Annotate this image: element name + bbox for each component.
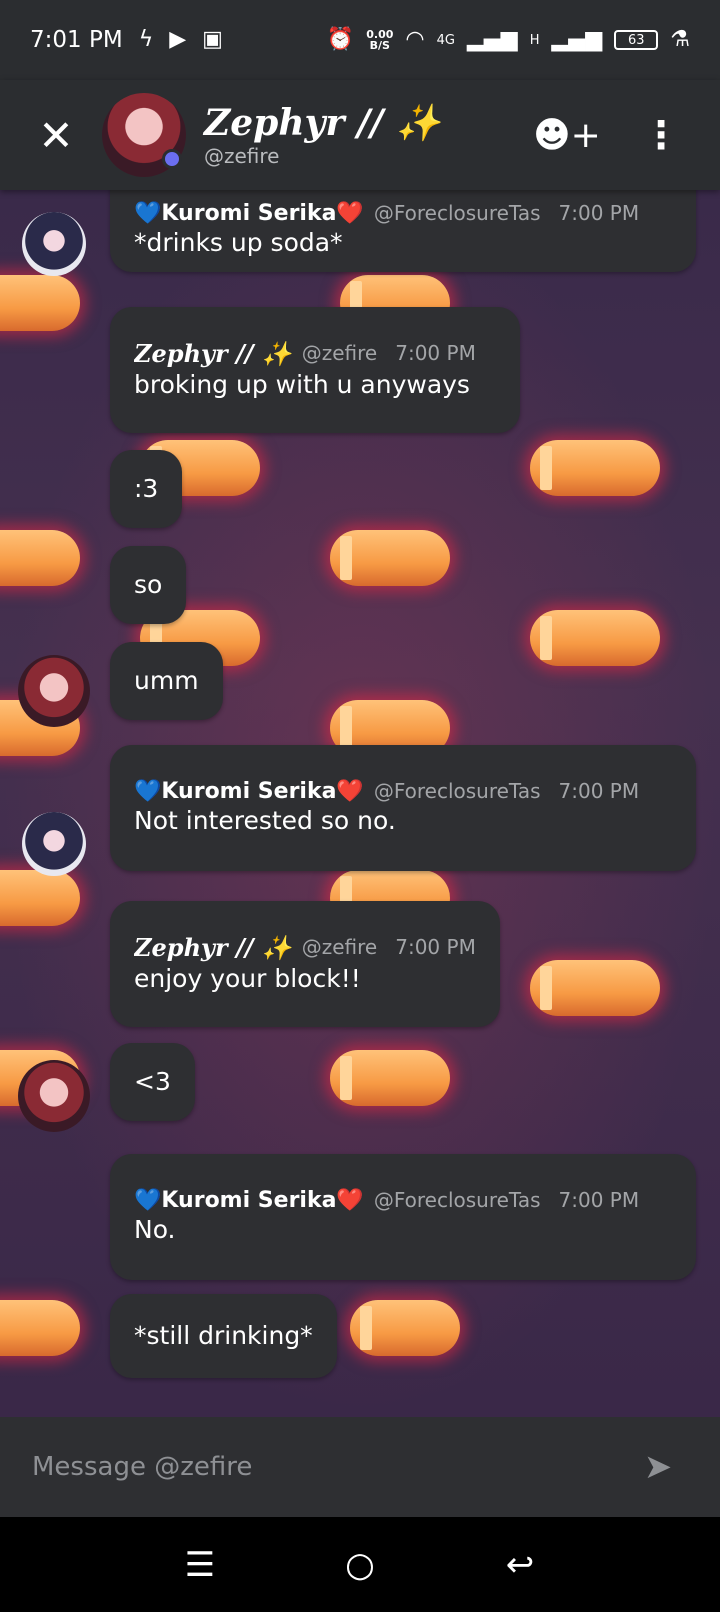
message-handle: @zefire bbox=[301, 341, 378, 365]
avatar[interactable] bbox=[102, 93, 186, 177]
message-bubble[interactable]: *still drinking* bbox=[110, 1294, 337, 1378]
nav-home-button[interactable]: ○ bbox=[325, 1530, 395, 1600]
message-meta: 💙Kuromi Serika❤️ @ForeclosureTas 7:00 PM bbox=[134, 779, 672, 804]
message-timestamp: 7:00 PM bbox=[558, 1188, 640, 1212]
message-author[interactable]: 💙Kuromi Serika❤️ bbox=[134, 779, 364, 804]
close-button[interactable]: ✕ bbox=[24, 103, 88, 167]
youtube-icon: ▶ bbox=[169, 27, 187, 52]
wallpaper-shape bbox=[0, 530, 80, 586]
page-title: Zephyr // ✨ bbox=[204, 102, 441, 144]
message-text: No. bbox=[134, 1214, 176, 1244]
network-4g-label: 4G bbox=[436, 32, 455, 48]
status-time: 7:01 PM bbox=[30, 27, 123, 53]
message-composer: ➤ bbox=[0, 1417, 720, 1517]
flash-icon: ϟ bbox=[138, 27, 154, 52]
message-bubble[interactable]: Zephyr // ✨ @zefire 7:00 PM broking up w… bbox=[110, 307, 520, 433]
message-meta: 💙Kuromi Serika❤️ @ForeclosureTas 7:00 PM bbox=[134, 201, 672, 226]
message-author[interactable]: Zephyr // ✨ bbox=[134, 339, 292, 368]
message-text: broking up with u anyways bbox=[134, 369, 470, 399]
online-status-indicator bbox=[162, 149, 182, 169]
avatar[interactable] bbox=[18, 1060, 90, 1132]
message-author[interactable]: 💙Kuromi Serika❤️ bbox=[134, 201, 364, 226]
message-text: :3 bbox=[134, 474, 159, 503]
signal-icon: ▂▄▆ bbox=[551, 27, 603, 52]
message-bubble[interactable]: Zephyr // ✨ @zefire 7:00 PM enjoy your b… bbox=[110, 901, 500, 1027]
message-text: enjoy your block!! bbox=[134, 963, 361, 993]
message-handle: @ForeclosureTas bbox=[373, 779, 541, 803]
speed-unit: B/S bbox=[369, 39, 390, 52]
message-timestamp: 7:00 PM bbox=[558, 779, 640, 803]
avatar[interactable] bbox=[18, 655, 90, 727]
message-timestamp: 7:00 PM bbox=[395, 341, 476, 365]
wallpaper-shape bbox=[0, 275, 80, 331]
send-icon: ➤ bbox=[643, 1447, 673, 1487]
message-text: *drinks up soda* bbox=[134, 227, 343, 257]
message-timestamp: 7:00 PM bbox=[558, 201, 640, 225]
dm-header: ✕ Zephyr // ✨ @zefire ☻+ ⋮ bbox=[0, 80, 720, 190]
close-icon: ✕ bbox=[38, 110, 74, 160]
wallpaper-shape bbox=[530, 610, 660, 666]
avatar[interactable] bbox=[22, 812, 86, 876]
status-bar: 7:01 PM ϟ ▶ ▣ ⏰ 0.00 B/S ◠ 4G ▂▄▆ H ▂▄▆ … bbox=[0, 0, 720, 80]
wallpaper-shape bbox=[530, 960, 660, 1016]
battery-icon: 63 bbox=[614, 30, 659, 50]
more-options-button[interactable]: ⋮ bbox=[626, 100, 696, 170]
wallpaper-shape bbox=[0, 1300, 80, 1356]
home-icon: ○ bbox=[345, 1544, 375, 1585]
message-meta: Zephyr // ✨ @zefire 7:00 PM bbox=[134, 339, 496, 368]
message-meta: 💙Kuromi Serika❤️ @ForeclosureTas 7:00 PM bbox=[134, 1188, 672, 1213]
wallpaper-shape bbox=[0, 870, 80, 926]
message-bubble[interactable]: :3 bbox=[110, 450, 183, 528]
signal-icon: ▂▄▆ bbox=[466, 27, 518, 52]
message-bubble[interactable]: 💙Kuromi Serika❤️ @ForeclosureTas 7:00 PM… bbox=[110, 1154, 696, 1280]
message-bubble[interactable]: so bbox=[110, 546, 187, 624]
message-bubble[interactable]: 💙Kuromi Serika❤️ @ForeclosureTas 7:00 PM… bbox=[110, 190, 696, 272]
message-bubble[interactable]: umm bbox=[110, 642, 223, 720]
message-list[interactable]: 💙Kuromi Serika❤️ @ForeclosureTas 7:00 PM… bbox=[0, 190, 720, 1417]
message-text: umm bbox=[134, 666, 199, 695]
network-speed: 0.00 B/S bbox=[366, 29, 393, 51]
back-icon: ↩ bbox=[505, 1544, 535, 1585]
message-handle: @ForeclosureTas bbox=[373, 201, 541, 225]
wallpaper-shape bbox=[350, 1300, 460, 1356]
message-input[interactable] bbox=[32, 1452, 628, 1482]
wallpaper-shape bbox=[530, 440, 660, 496]
message-text: Not interested so no. bbox=[134, 805, 396, 835]
message-bubble[interactable]: <3 bbox=[110, 1043, 195, 1121]
message-timestamp: 7:00 PM bbox=[395, 935, 476, 959]
menu-icon: ☰ bbox=[184, 1544, 216, 1585]
send-button[interactable]: ➤ bbox=[628, 1437, 688, 1497]
avatar[interactable] bbox=[22, 212, 86, 276]
notification-app-icon: ▣ bbox=[202, 27, 223, 52]
network-h-label: H bbox=[529, 32, 540, 48]
battery-level: 63 bbox=[627, 32, 645, 48]
message-text: <3 bbox=[134, 1067, 171, 1096]
add-friend-icon: ☻+ bbox=[533, 114, 601, 156]
message-author[interactable]: Zephyr // ✨ bbox=[134, 933, 292, 962]
message-handle: @zefire bbox=[301, 935, 378, 959]
wifi-icon: ◠ bbox=[405, 27, 425, 52]
nav-menu-button[interactable]: ☰ bbox=[165, 1530, 235, 1600]
message-author[interactable]: 💙Kuromi Serika❤️ bbox=[134, 1188, 364, 1213]
message-text: so bbox=[134, 570, 163, 599]
nav-back-button[interactable]: ↩ bbox=[485, 1530, 555, 1600]
alarm-icon: ⏰ bbox=[326, 27, 355, 52]
message-meta: Zephyr // ✨ @zefire 7:00 PM bbox=[134, 933, 476, 962]
add-friend-button[interactable]: ☻+ bbox=[532, 100, 602, 170]
system-nav-bar: ☰ ○ ↩ bbox=[0, 1517, 720, 1612]
wallpaper-shape bbox=[330, 1050, 450, 1106]
wallpaper-shape bbox=[330, 530, 450, 586]
more-vertical-icon: ⋮ bbox=[642, 113, 680, 157]
message-text: *still drinking* bbox=[134, 1321, 313, 1350]
header-handle: @zefire bbox=[204, 144, 280, 168]
message-handle: @ForeclosureTas bbox=[373, 1188, 541, 1212]
flask-icon: ⚗ bbox=[670, 27, 690, 52]
message-bubble[interactable]: 💙Kuromi Serika❤️ @ForeclosureTas 7:00 PM… bbox=[110, 745, 696, 871]
header-title-group[interactable]: Zephyr // ✨ @zefire bbox=[204, 102, 441, 168]
